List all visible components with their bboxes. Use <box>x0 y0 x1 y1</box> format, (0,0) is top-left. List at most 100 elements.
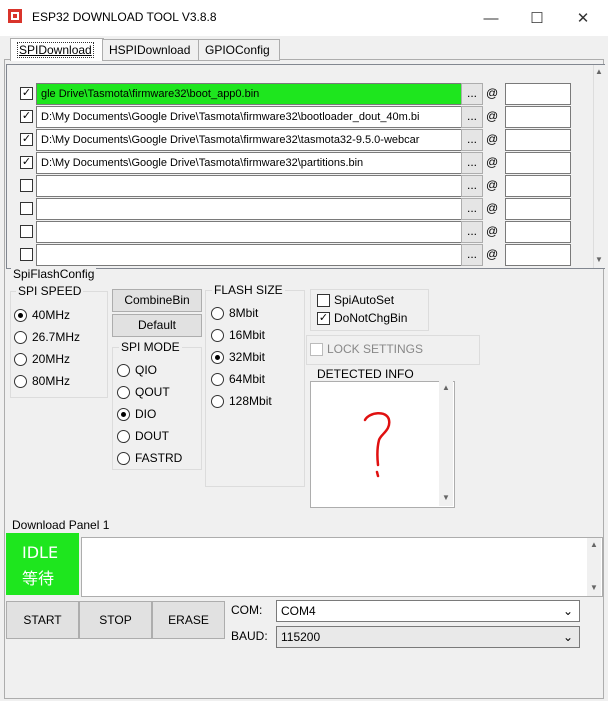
file-path-input[interactable] <box>36 175 464 197</box>
browse-button[interactable]: ... <box>461 198 483 220</box>
flash-size-radio[interactable]: 8Mbit <box>211 306 258 320</box>
stop-button[interactable]: STOP <box>79 601 152 639</box>
scroll-up-icon[interactable]: ▲ <box>442 383 450 392</box>
radio-dot <box>211 328 224 342</box>
file-checkbox[interactable]: ✓ <box>20 133 33 146</box>
browse-button[interactable]: ... <box>461 106 483 128</box>
check-icon: ✓ <box>317 311 330 325</box>
log-textarea[interactable]: ▲ ▼ <box>81 537 603 597</box>
scroll-down-icon[interactable]: ▼ <box>595 255 603 264</box>
address-input[interactable] <box>505 198 571 220</box>
address-input[interactable] <box>505 221 571 243</box>
chevron-down-icon: ⌄ <box>562 630 573 644</box>
radio-dot <box>211 306 224 320</box>
file-row: ... @ <box>6 198 591 221</box>
radio-dot <box>117 451 130 465</box>
file-path-input[interactable] <box>36 244 464 266</box>
file-checkbox[interactable] <box>20 179 33 192</box>
scroll-down-icon[interactable]: ▼ <box>590 583 598 592</box>
spi-speed-radio[interactable]: 20MHz <box>14 352 70 366</box>
file-path-input[interactable]: D:\My Documents\Google Drive\Tasmota\fir… <box>36 152 464 174</box>
file-list-scrollbar[interactable]: ▲ ▼ <box>593 65 605 268</box>
radio-dot <box>14 330 27 344</box>
spiautoset-label: SpiAutoSet <box>334 293 395 307</box>
radio-label: QIO <box>135 363 158 377</box>
spi-speed-radio[interactable]: 40MHz <box>14 308 70 322</box>
address-input[interactable] <box>505 175 571 197</box>
flash-size-radio[interactable]: 32Mbit <box>211 350 265 364</box>
window-title: ESP32 DOWNLOAD TOOL V3.8.8 <box>32 10 217 24</box>
spi-mode-radio[interactable]: QIO <box>117 363 157 377</box>
spi-speed-radio[interactable]: 80MHz <box>14 374 70 388</box>
baud-select[interactable]: 115200 ⌄ <box>276 626 580 648</box>
file-path-input[interactable]: gle Drive\Tasmota\firmware32\boot_app0.b… <box>36 83 464 105</box>
radio-label: 40MHz <box>32 308 71 322</box>
file-row: ✓ D:\My Documents\Google Drive\Tasmota\fi… <box>6 152 591 175</box>
flash-size-radio[interactable]: 16Mbit <box>211 328 265 342</box>
title-bar: ESP32 DOWNLOAD TOOL V3.8.8 — ☐ ✕ <box>0 0 608 36</box>
address-input[interactable] <box>505 129 571 151</box>
file-checkbox[interactable] <box>20 202 33 215</box>
flash-size-label: FLASH SIZE <box>212 283 285 297</box>
spi-mode-radio[interactable]: QOUT <box>117 385 170 399</box>
file-path-input[interactable]: D:\My Documents\Google Drive\Tasmota\fir… <box>36 129 464 151</box>
close-icon: ✕ <box>576 10 590 27</box>
browse-button[interactable]: ... <box>461 152 483 174</box>
file-row: ... @ <box>6 244 591 267</box>
question-mark-drawing <box>363 412 391 478</box>
browse-button[interactable]: ... <box>461 175 483 197</box>
file-checkbox[interactable]: ✓ <box>20 110 33 123</box>
tab-spidownload[interactable]: SPIDownload <box>10 38 104 61</box>
minimize-button[interactable]: — <box>468 0 514 36</box>
scroll-up-icon[interactable]: ▲ <box>595 67 603 76</box>
donotchgbin-checkbox[interactable]: ✓ DoNotChgBin <box>317 311 407 325</box>
spi-mode-radio[interactable]: DIO <box>117 407 156 421</box>
scroll-down-icon[interactable]: ▼ <box>442 493 450 502</box>
spi-mode-radio[interactable]: FASTRD <box>117 451 182 465</box>
start-button[interactable]: START <box>6 601 79 639</box>
tab-label: GPIOConfig <box>205 43 270 57</box>
file-checkbox[interactable] <box>20 248 33 261</box>
spi-mode-radio[interactable]: DOUT <box>117 429 169 443</box>
file-path-input[interactable] <box>36 221 464 243</box>
spiflashconfig-label: SpiFlashConfig <box>11 267 97 281</box>
address-input[interactable] <box>505 244 571 266</box>
browse-button[interactable]: ... <box>461 83 483 105</box>
browse-button[interactable]: ... <box>461 244 483 266</box>
at-sign: @ <box>486 109 499 123</box>
file-path-input[interactable] <box>36 198 464 220</box>
radio-label: 20MHz <box>32 352 71 366</box>
radio-label: 16Mbit <box>229 328 266 342</box>
file-checkbox[interactable]: ✓ <box>20 87 33 100</box>
com-select[interactable]: COM4 ⌄ <box>276 600 580 622</box>
tab-hspidownload[interactable]: HSPIDownload <box>102 39 202 61</box>
radio-dot <box>117 407 130 421</box>
log-scrollbar[interactable]: ▲ ▼ <box>587 538 601 596</box>
radio-dot <box>14 374 27 388</box>
maximize-button[interactable]: ☐ <box>514 0 560 36</box>
scroll-up-icon[interactable]: ▲ <box>590 540 598 549</box>
erase-button[interactable]: ERASE <box>152 601 225 639</box>
lock-settings-checkbox[interactable]: LOCK SETTINGS <box>310 342 423 356</box>
tab-gpioconfig[interactable]: GPIOConfig <box>198 39 280 61</box>
close-button[interactable]: ✕ <box>560 0 606 36</box>
radio-label: QOUT <box>135 385 170 399</box>
flash-size-radio[interactable]: 64Mbit <box>211 372 265 386</box>
detected-info-scrollbar[interactable]: ▲ ▼ <box>439 381 453 506</box>
address-input[interactable] <box>505 152 571 174</box>
flash-size-radio[interactable]: 128Mbit <box>211 394 272 408</box>
combinebin-button[interactable]: CombineBin <box>112 289 202 312</box>
address-input[interactable] <box>505 106 571 128</box>
file-checkbox[interactable]: ✓ <box>20 156 33 169</box>
browse-button[interactable]: ... <box>461 129 483 151</box>
default-button[interactable]: Default <box>112 314 202 337</box>
file-checkbox[interactable] <box>20 225 33 238</box>
spiautoset-checkbox[interactable]: SpiAutoSet <box>317 293 394 307</box>
address-input[interactable] <box>505 83 571 105</box>
file-path-input[interactable]: D:\My Documents\Google Drive\Tasmota\fir… <box>36 106 464 128</box>
radio-label: 8Mbit <box>229 306 259 320</box>
radio-label: DOUT <box>135 429 169 443</box>
spi-speed-radio[interactable]: 26.7MHz <box>14 330 80 344</box>
radio-dot <box>14 352 27 366</box>
browse-button[interactable]: ... <box>461 221 483 243</box>
